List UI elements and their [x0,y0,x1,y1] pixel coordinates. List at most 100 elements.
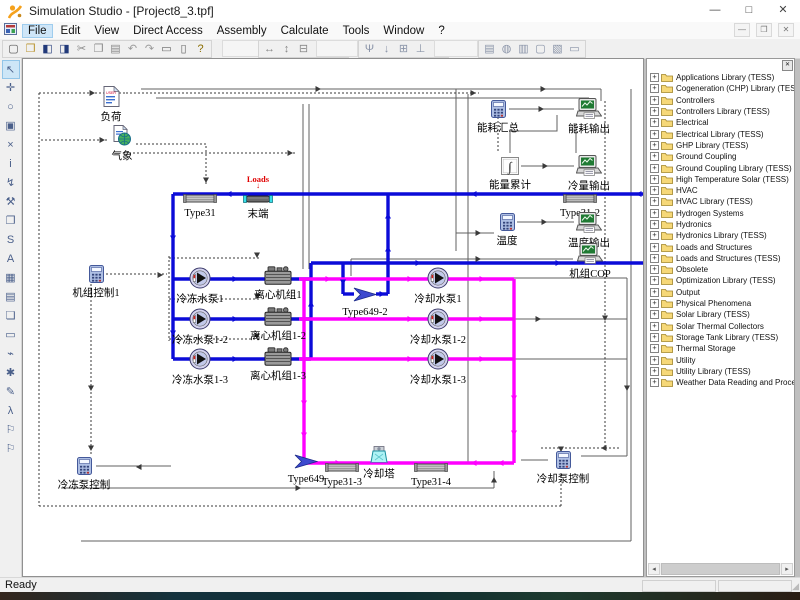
pan-tool[interactable]: ✛ [2,79,20,98]
menu-window[interactable]: Window [377,24,430,38]
library-item-loads-and-structures[interactable]: +Loads and Structures [647,241,794,252]
expand-icon[interactable]: + [650,186,659,195]
spline-link-tool[interactable]: S [2,231,20,250]
library-item-cogeneration-chp-library-tess[interactable]: +Cogeneration (CHP) Library (TESS) [647,83,794,94]
expand-icon[interactable]: + [650,254,659,263]
maximize-button[interactable]: □ [732,0,766,22]
save-icon[interactable]: ◧ [39,42,56,57]
run-tool[interactable]: λ [2,402,20,421]
direct-access-tool[interactable]: ⚒ [2,193,20,212]
assembly-tree-icon[interactable]: Ψ [361,42,378,57]
cw-pump-3[interactable]: 冷却水泵1-3 [396,348,480,386]
chw-pump-1[interactable]: 冷冻水泵1 [158,267,242,305]
cw-pump-1[interactable]: 冷却水泵1 [396,267,480,305]
mdi-minimize-button[interactable]: — [734,23,750,37]
energy-integrator-node[interactable]: ∫能量累计 [468,157,552,191]
expand-icon[interactable]: + [650,175,659,184]
library-item-hydrogen-systems[interactable]: +Hydrogen Systems [647,208,794,219]
flag-a-tool[interactable]: ⚐ [2,421,20,440]
cw-pump-2[interactable]: 冷却水泵1-2 [396,308,480,346]
expand-icon[interactable]: + [650,118,659,127]
mdi-close-button[interactable]: ✕ [778,23,794,37]
library-item-utility-library-tess[interactable]: +Utility Library (TESS) [647,366,794,377]
expand-icon[interactable]: + [650,265,659,274]
scroll-thumb[interactable] [661,563,780,575]
save-all-icon[interactable]: ◨ [56,42,73,57]
select-tool[interactable]: ↖ [2,60,20,79]
print-preview-icon[interactable]: ▯ [175,42,192,57]
layout-tool[interactable]: ▤ [2,288,20,307]
library-item-storage-tank-library-tess[interactable]: +Storage Tank Library (TESS) [647,332,794,343]
expand-icon[interactable]: + [650,73,659,82]
hatch-icon[interactable]: ▧ [549,42,566,57]
expand-icon[interactable]: + [650,356,659,365]
redo-icon[interactable]: ↷ [141,42,158,57]
chw-pump-control-node[interactable]: 冷冻泵控制 [42,457,126,491]
library-item-ghp-library-tess[interactable]: +GHP Library (TESS) [647,140,794,151]
menu-calculate[interactable]: Calculate [275,24,335,38]
card-icon[interactable]: ▭ [566,42,583,57]
scroll-left-icon[interactable]: ◂ [648,563,660,575]
pen-tool[interactable]: ✎ [2,383,20,402]
menu-tools[interactable]: Tools [337,24,376,38]
library-item-controllers-library-tess[interactable]: +Controllers Library (TESS) [647,106,794,117]
library-item-controllers[interactable]: +Controllers [647,95,794,106]
weather-node[interactable]: 气象 [80,125,164,162]
expand-icon[interactable]: + [650,333,659,342]
library-item-hvac-library-tess[interactable]: +HVAC Library (TESS) [647,196,794,207]
scroll-right-icon[interactable]: ▸ [781,563,793,575]
unit-control-node[interactable]: 机组控制1 [54,265,138,299]
text-tool[interactable]: A [2,250,20,269]
expand-icon[interactable]: + [650,107,659,116]
library-item-high-temperature-solar-tess[interactable]: +High Temperature Solar (TESS) [647,174,794,185]
energy-output-node[interactable]: 能耗输出 [547,98,631,135]
cw-pump-control-node[interactable]: 冷却泵控制 [521,451,605,485]
menu-file[interactable]: File [22,24,53,38]
library-item-solar-library-tess[interactable]: +Solar Library (TESS) [647,309,794,320]
library-item-electrical-library-tess[interactable]: +Electrical Library (TESS) [647,128,794,139]
library-item-utility[interactable]: +Utility [647,354,794,365]
library-item-hydronics-library-tess[interactable]: +Hydronics Library (TESS) [647,230,794,241]
library-item-thermal-storage[interactable]: +Thermal Storage [647,343,794,354]
expand-icon[interactable]: + [650,299,659,308]
new-file-icon[interactable]: ▢ [5,42,22,57]
cut-icon[interactable]: ✂ [73,42,90,57]
building-icon[interactable]: ▥ [515,42,532,57]
expand-icon[interactable]: + [650,141,659,150]
cooling-output-node[interactable]: 冷量输出 [547,155,631,192]
link-tool[interactable]: ↯ [2,174,20,193]
expand-icon[interactable]: + [650,152,659,161]
expand-icon[interactable]: + [650,220,659,229]
resize-grip[interactable]: ◢ [792,581,799,592]
output-manager-icon[interactable]: ▤ [481,42,498,57]
report-icon[interactable]: ▢ [532,42,549,57]
open-file-icon[interactable]: ❒ [22,42,39,57]
library-item-hydronics[interactable]: +Hydronics [647,219,794,230]
sound-icon[interactable]: ◍ [498,42,515,57]
expand-icon[interactable]: + [650,310,659,319]
copy-icon[interactable]: ❐ [90,42,107,57]
library-item-ground-coupling-library-tess[interactable]: +Ground Coupling Library (TESS) [647,162,794,173]
library-item-weather-data-reading-and-process[interactable]: +Weather Data Reading and Process [647,377,794,388]
menu-assembly[interactable]: Assembly [211,24,273,38]
panel-close-icon[interactable]: ✕ [782,60,793,71]
expand-icon[interactable]: + [650,130,659,139]
undo-icon[interactable]: ↶ [124,42,141,57]
delete-tool[interactable]: × [2,136,20,155]
library-item-electrical[interactable]: +Electrical [647,117,794,128]
pipe-type31-4[interactable]: Type31-4 [389,459,473,488]
mdi-restore-button[interactable]: ❐ [756,23,772,37]
layers-tool[interactable]: ❏ [2,307,20,326]
menu-view[interactable]: View [88,24,125,38]
unit-cop-node[interactable]: 机组COP [548,243,632,280]
library-item-solar-thermal-collectors[interactable]: +Solar Thermal Collectors [647,321,794,332]
chw-pump-3[interactable]: 冷冻水泵1-3 [158,348,242,386]
expand-icon[interactable]: + [650,197,659,206]
print-icon[interactable]: ▭ [158,42,175,57]
expand-icon[interactable]: + [650,231,659,240]
temperature-node[interactable]: 温度 [465,213,549,247]
pin-icon[interactable]: ⊥ [412,42,429,57]
library-item-output[interactable]: +Output [647,287,794,298]
library-item-obsolete[interactable]: +Obsolete [647,264,794,275]
paste-icon[interactable]: ▤ [107,42,124,57]
